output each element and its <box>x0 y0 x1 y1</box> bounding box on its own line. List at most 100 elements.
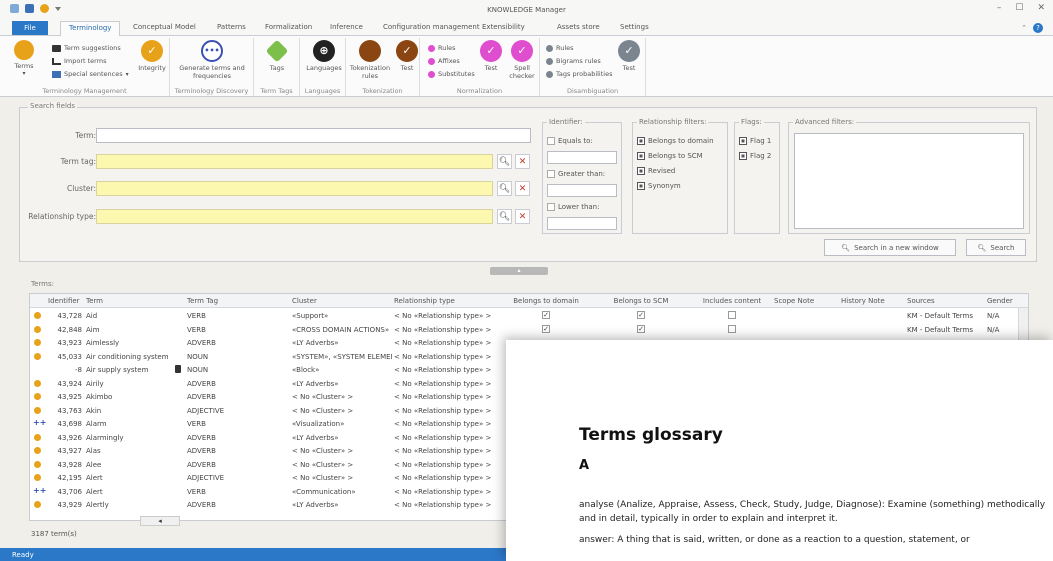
cluster-input[interactable] <box>96 181 493 196</box>
includes-content-checkbox[interactable] <box>728 324 736 333</box>
cell-term: Alert <box>86 487 103 496</box>
minimize-button[interactable]: – <box>997 3 1002 13</box>
special-sentences-button[interactable]: Special sentences ▾ <box>52 70 129 78</box>
spell-checker-button[interactable]: ✓ Spell checker <box>506 40 538 80</box>
belongs-to-scm-checkbox[interactable]: Belongs to SCM <box>637 152 703 160</box>
term-tag-clear-icon[interactable]: ✕ <box>515 154 530 169</box>
grid-horizontal-scrollbar[interactable]: ◂ <box>140 516 180 526</box>
greater-than-input[interactable] <box>547 184 617 197</box>
col-relationship-type[interactable]: Relationship type <box>394 297 494 305</box>
tab-formalization[interactable]: Formalization <box>265 23 312 31</box>
search-button[interactable]: 🔍︎ Search <box>966 239 1026 256</box>
belongs-to-scm-checkbox[interactable]: ✓ <box>637 311 645 319</box>
relationship-type-search-icon[interactable]: 🔍︎ <box>497 209 512 224</box>
advanced-filters-input[interactable] <box>794 133 1024 229</box>
search-new-window-button[interactable]: 🔍︎ Search in a new window <box>824 239 956 256</box>
tab-conceptual-model[interactable]: Conceptual Model <box>133 23 196 31</box>
col-sources[interactable]: Sources <box>907 297 987 305</box>
collapse-ribbon-icon[interactable]: ⌃ <box>1021 24 1027 32</box>
revised-checkbox[interactable]: Revised <box>637 167 675 175</box>
normalization-test-button[interactable]: ✓ Test <box>480 40 502 72</box>
tags-probabilities-button[interactable]: Tags probabilities <box>546 70 612 78</box>
col-gender[interactable]: Gender <box>987 297 1023 305</box>
belongs-to-domain-checkbox[interactable]: ✓ <box>542 311 550 319</box>
test-check-icon: ✓ <box>480 40 502 62</box>
tab-terminology[interactable]: Terminology <box>60 21 121 36</box>
tab-assets-store[interactable]: Assets store <box>557 23 600 31</box>
panel-splitter[interactable]: ▴ <box>490 267 548 275</box>
cluster-search-icon[interactable]: 🔍︎ <box>497 181 512 196</box>
group-label-normalization: Normalization <box>456 87 503 95</box>
cluster-clear-icon[interactable]: ✕ <box>515 181 530 196</box>
greater-than-checkbox[interactable]: Greater than: <box>547 170 605 178</box>
cell-sources: KM - Default Terms <box>907 325 974 334</box>
integrity-button[interactable]: ✓ Integrity <box>136 40 168 72</box>
tab-configuration-management[interactable]: Configuration management <box>383 23 480 31</box>
term-status-icon <box>34 393 41 400</box>
term-tag-search-icon[interactable]: 🔍︎ <box>497 154 512 169</box>
languages-button[interactable]: ⊕ Languages <box>306 40 342 72</box>
normalization-rules-button[interactable]: Rules <box>428 44 456 52</box>
maximize-button[interactable]: ☐ <box>1015 3 1023 13</box>
cell-identifier: 43,925 <box>57 393 83 401</box>
tab-settings[interactable]: Settings <box>620 23 649 31</box>
term-tag-input[interactable] <box>96 154 493 169</box>
flag-2-checkbox[interactable]: Flag 2 <box>739 152 771 160</box>
import-terms-button[interactable]: Import terms <box>52 57 106 65</box>
disambiguation-test-button[interactable]: ✓ Test <box>618 40 640 72</box>
tab-file[interactable]: File <box>12 21 48 35</box>
col-belongs-to-scm[interactable]: Belongs to SCM <box>595 297 687 305</box>
tags-button[interactable]: Tags <box>264 39 290 72</box>
tab-extensibility[interactable]: Extensibility <box>482 23 525 31</box>
cell-relationship-type: < No «Relationship type» > <box>394 325 492 334</box>
term-status-icon <box>34 460 41 468</box>
cell-term-tag: ADJECTIVE <box>187 474 225 482</box>
tokenization-rules-button[interactable]: Tokenization rules <box>348 40 392 80</box>
col-term-tag[interactable]: Term Tag <box>187 297 287 305</box>
ribbon-group-terminology-discovery: ••• Generate terms and frequencies Termi… <box>170 38 254 96</box>
disambiguation-rules-button[interactable]: Rules <box>546 44 574 52</box>
table-row[interactable]: 42,848 Aim VERB «CROSS DOMAIN ACTIONS» < No … <box>30 323 1028 337</box>
cell-term-tag: ADVERB <box>187 379 216 388</box>
tab-patterns[interactable]: Patterns <box>217 23 246 31</box>
equals-to-checkbox[interactable]: Equals to: <box>547 137 593 145</box>
col-term[interactable]: Term <box>86 297 186 305</box>
affixes-button[interactable]: Affixes <box>428 57 460 65</box>
belongs-to-domain-checkbox[interactable]: Belongs to domain <box>637 137 714 145</box>
generate-terms-button[interactable]: ••• Generate terms and frequencies <box>178 40 246 80</box>
help-icon[interactable]: ? <box>1033 23 1043 33</box>
belongs-to-domain-checkbox[interactable]: ✓ <box>542 324 550 333</box>
substitutes-button[interactable]: Substitutes <box>428 70 475 78</box>
cell-term-tag: ADVERB <box>187 339 216 347</box>
col-identifier[interactable]: Identifier <box>48 297 84 305</box>
flag-1-checkbox[interactable]: Flag 1 <box>739 137 771 145</box>
lower-than-checkbox[interactable]: Lower than: <box>547 203 599 211</box>
flags-legend: Flags: <box>739 118 764 126</box>
close-button[interactable]: ✕ <box>1037 3 1045 13</box>
bigrams-rules-button[interactable]: Bigrams rules <box>546 57 601 65</box>
includes-content-checkbox[interactable] <box>728 311 736 319</box>
tag-icon <box>265 39 289 63</box>
equals-to-input[interactable] <box>547 151 617 164</box>
tab-inference[interactable]: Inference <box>330 23 363 31</box>
probabilities-dot-icon <box>546 70 553 78</box>
term-tag-label: Term tag: <box>60 157 96 166</box>
belongs-to-scm-checkbox[interactable]: ✓ <box>637 324 645 333</box>
relationship-type-input[interactable] <box>96 209 493 224</box>
col-cluster[interactable]: Cluster <box>292 297 392 305</box>
lower-than-input[interactable] <box>547 217 617 230</box>
cell-identifier: 42,195 <box>57 474 83 482</box>
term-input[interactable] <box>96 128 531 143</box>
tokenization-test-button[interactable]: ✓ Test <box>396 40 418 72</box>
relationship-filters-box: Relationship filters: Belongs to domain … <box>632 118 728 234</box>
relationship-type-clear-icon[interactable]: ✕ <box>515 209 530 224</box>
col-history-note[interactable]: History Note <box>841 297 905 305</box>
synonym-checkbox[interactable]: Synonym <box>637 182 681 190</box>
col-belongs-to-domain[interactable]: Belongs to domain <box>500 297 592 305</box>
col-includes-content[interactable]: Includes content <box>690 297 774 305</box>
cell-term: Akin <box>86 406 102 415</box>
term-suggestions-button[interactable]: Term suggestions <box>52 44 121 52</box>
table-row[interactable]: 43,728 Aid VERB «Support» < No «Relationship… <box>30 309 1028 323</box>
col-scope-note[interactable]: Scope Note <box>774 297 838 305</box>
terms-button[interactable]: Terms ▾ <box>14 40 34 78</box>
